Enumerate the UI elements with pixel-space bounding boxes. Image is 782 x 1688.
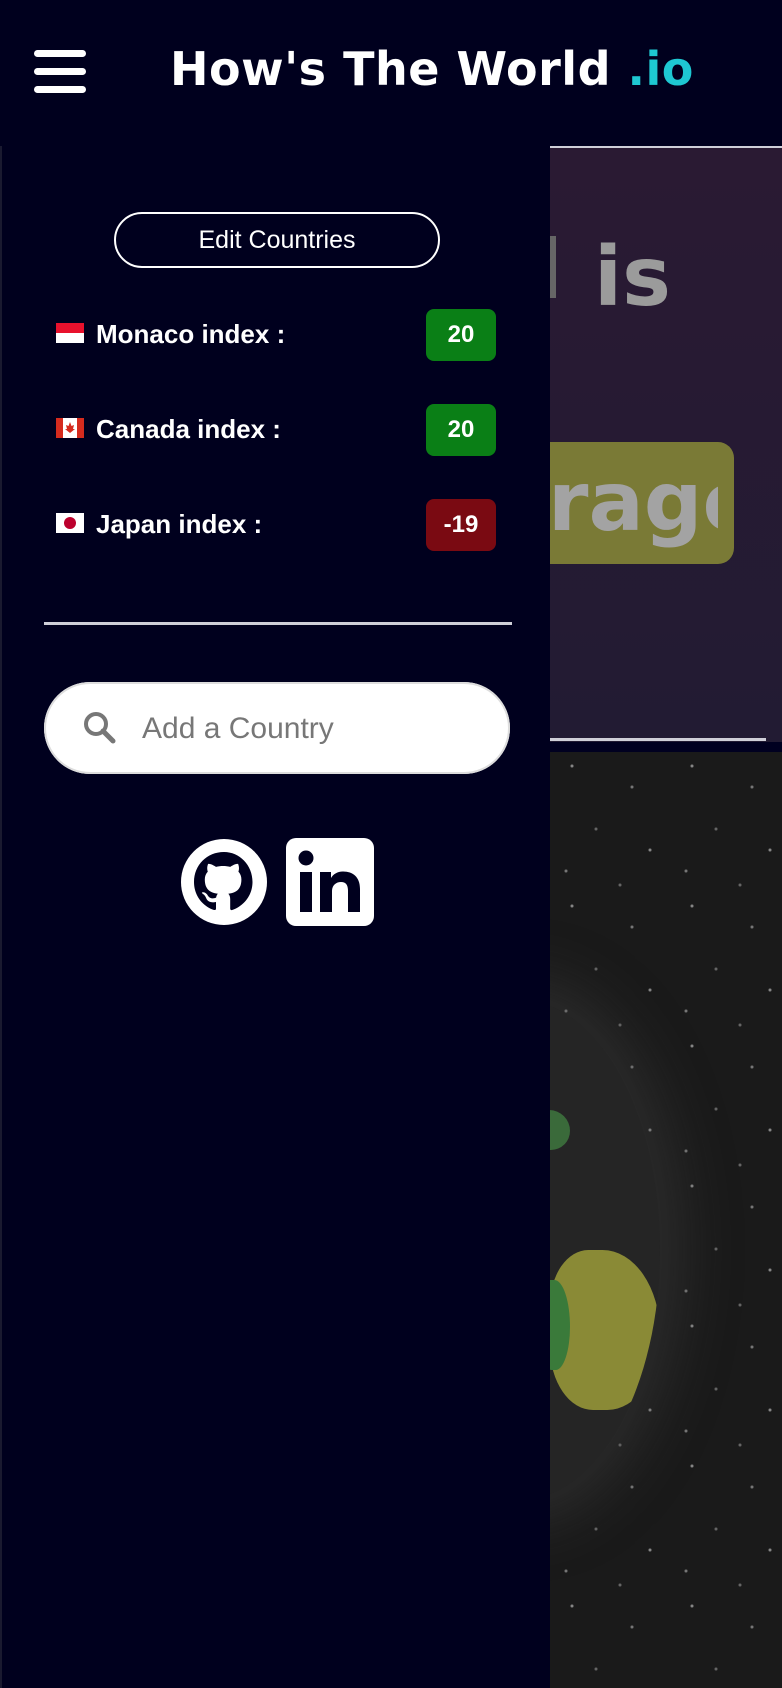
github-icon[interactable] — [180, 838, 268, 926]
hero-heading-fragment: is — [594, 230, 671, 325]
section-divider — [548, 738, 766, 741]
app-header: How's The World .io — [0, 0, 782, 146]
hamburger-menu-icon[interactable] — [34, 50, 86, 94]
add-country-input[interactable] — [140, 704, 484, 754]
japan-flag-icon — [56, 513, 84, 533]
index-badge: -19 — [426, 499, 496, 551]
country-row-japan: Japan index : -19 — [56, 499, 496, 551]
country-row-monaco: Monaco index : 20 — [56, 309, 496, 361]
linkedin-icon[interactable] — [286, 838, 374, 926]
side-drawer: Edit Countries Monaco index : 20 Canada … — [0, 146, 550, 1688]
index-badge: 20 — [426, 404, 496, 456]
brand-tld: .io — [627, 42, 694, 96]
edit-countries-button[interactable]: Edit Countries — [114, 212, 440, 268]
search-icon — [84, 712, 116, 744]
index-badge: 20 — [426, 309, 496, 361]
country-label: Japan index : — [96, 509, 263, 539]
country-label: Canada index : — [96, 414, 281, 444]
country-label: Monaco index : — [96, 319, 286, 349]
brand-main: How's The World — [170, 42, 611, 96]
status-badge-text: rage — [548, 455, 718, 550]
drawer-divider — [44, 622, 512, 625]
canada-flag-icon — [56, 418, 84, 438]
country-row-canada: Canada index : 20 — [56, 404, 496, 456]
app-title: How's The World .io — [170, 42, 694, 96]
add-country-search[interactable] — [44, 682, 510, 774]
monaco-flag-icon — [56, 323, 84, 343]
